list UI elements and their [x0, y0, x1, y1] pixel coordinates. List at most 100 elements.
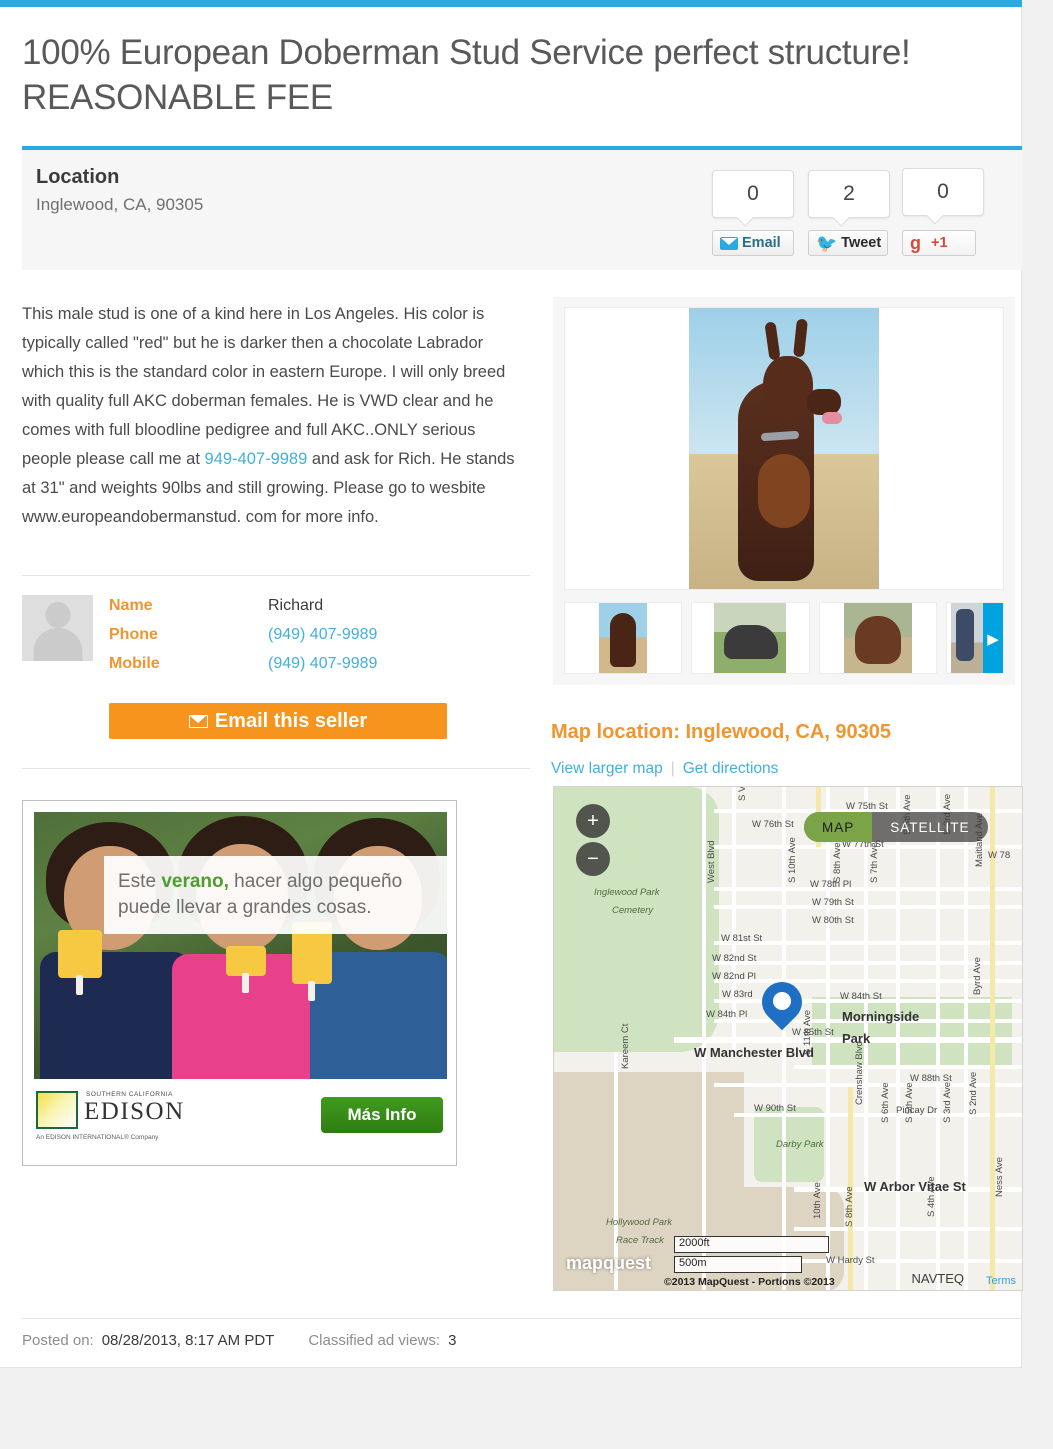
thumbnail-1[interactable] [564, 602, 683, 674]
thumbnail-2[interactable] [691, 602, 810, 674]
envelope-icon [720, 236, 738, 250]
ad-footer: SOUTHERN CALIFORNIA EDISON An EDISON INT… [34, 1089, 447, 1155]
map-street-label: W 82nd St [712, 953, 757, 964]
map-street-label: W 78th Pl [810, 879, 852, 890]
ad-views-value: 3 [448, 1332, 457, 1349]
posted-on-value: 08/28/2013, 8:17 AM PDT [101, 1332, 275, 1349]
posted-on-label: Posted on: [22, 1332, 94, 1349]
map-scale-feet: 2000ft [674, 1236, 829, 1253]
map-heading: Map location: Inglewood, CA, 90305 [551, 721, 892, 743]
email-count-value: 0 [747, 182, 759, 205]
map-street-label: W 75th St [846, 801, 888, 812]
ad-child-left [40, 812, 190, 1079]
navteq-logo: NAVTEQ [911, 1271, 965, 1286]
map-type-toggle[interactable]: MAP SATELLITE [804, 812, 988, 842]
gallery-next-icon[interactable]: ▶ [983, 603, 1003, 673]
seller-divider-bottom [22, 768, 530, 769]
map-widget[interactable]: W 75th St W 76th St W 77th St W 78 W 78th Pl… [553, 786, 1023, 1291]
map-street-label: W Hardy St [826, 1255, 875, 1266]
page-title: 100% European Doberman Stud Service perf… [22, 33, 911, 117]
email-share-count: 0 [712, 170, 794, 227]
seller-phone-value[interactable]: (949) 407-9989 [268, 626, 377, 644]
map-street-label: Cemetery [612, 905, 654, 916]
thumbnail-4[interactable]: ▶ [945, 602, 1004, 674]
map-street-label: S 2nd Ave [968, 1071, 979, 1115]
description-text-part1: This male stud is one of a kind here in … [22, 305, 506, 468]
map-road [896, 787, 900, 1290]
map-street-label: S 8th Ave [844, 1186, 855, 1228]
map-terms-link[interactable]: Terms [986, 1275, 1016, 1287]
main-photo[interactable] [564, 307, 1004, 590]
zoom-out-button[interactable]: − [576, 842, 610, 876]
seller-divider-top [22, 575, 530, 576]
map-street-label: Hollywood Park [606, 1217, 672, 1228]
ad-cta-button[interactable]: Más Info [321, 1097, 443, 1133]
map-street-label: Darby Park [776, 1139, 824, 1150]
ad-child-right [292, 812, 447, 1079]
thumbnail-3[interactable] [818, 602, 937, 674]
map-road [826, 787, 830, 1290]
map-street-label: Kareem Ct [620, 1023, 631, 1069]
map-street-label: 10th Ave [812, 1182, 823, 1219]
avatar-head [45, 602, 70, 628]
ad-brand-footnote: An EDISON INTERNATIONAL® Company [36, 1134, 159, 1141]
map-road [714, 887, 1022, 891]
email-share-button[interactable]: Email [712, 230, 794, 256]
map-attribution: ©2013 MapQuest - Portions ©2013 [664, 1276, 835, 1288]
content-sheet: 100% European Doberman Stud Service perf… [0, 0, 1023, 1368]
map-links: View larger map | Get directions [551, 760, 778, 778]
map-view-tab[interactable]: MAP [804, 812, 873, 842]
advertisement-banner[interactable]: Este verano, hacer algo pequeño puede ll… [22, 800, 457, 1166]
tweet-share-button[interactable]: 🐦 Tweet [808, 230, 888, 256]
map-street-label: W 84th St [840, 991, 882, 1002]
map-road [714, 905, 1022, 909]
ad-views-label: Classified ad views: [308, 1332, 441, 1349]
seller-name-value: Richard [268, 597, 324, 614]
map-zoom-controls[interactable]: + − [576, 804, 610, 880]
map-street-label: S 10th Ave [787, 837, 798, 883]
footer-meta: Posted on: 08/28/2013, 8:17 AM PDT Class… [22, 1332, 456, 1349]
zoom-in-button[interactable]: + [576, 804, 610, 838]
map-street-label: W 81st St [721, 933, 763, 944]
email-share-label: Email [742, 235, 781, 251]
map-street-label: W 90th St [754, 1103, 796, 1114]
map-street-label: Morningside [842, 1009, 920, 1024]
tweet-share-label: Tweet [841, 235, 882, 251]
location-value: Inglewood, CA, 90305 [36, 195, 204, 214]
seller-mobile-label: Mobile [109, 655, 160, 672]
map-street-label: W Manchester Blvd [694, 1045, 814, 1060]
ad-photo: Este verano, hacer algo pequeño puede ll… [34, 812, 447, 1079]
map-street-label: W 76th St [752, 819, 794, 830]
map-street-label: Race Track [616, 1235, 664, 1246]
map-road-highway [990, 787, 995, 1290]
map-street-label: W 82nd Pl [712, 971, 756, 982]
page-root: 100% European Doberman Stud Service perf… [0, 0, 1053, 1449]
map-street-label: W 80th St [812, 915, 854, 926]
map-street-label: W 83rd [722, 989, 753, 1000]
map-street-label: Inglewood Park [594, 887, 660, 898]
ad-caption-line2: puede llevar a grandes cosas. [118, 897, 372, 918]
tweet-count-value: 2 [843, 182, 855, 205]
map-street-label: S 11th Ave [802, 1009, 813, 1055]
gplus-share-button[interactable]: g +1 [902, 230, 976, 256]
photo-gallery: ▶ [553, 297, 1015, 685]
get-directions-link[interactable]: Get directions [683, 760, 779, 778]
view-larger-map-link[interactable]: View larger map [551, 760, 663, 778]
description-phone-link[interactable]: 949-407-9989 [205, 450, 308, 468]
envelope-icon [188, 714, 208, 728]
map-road [782, 787, 786, 1290]
email-this-seller-button[interactable]: Email this seller [109, 703, 447, 739]
map-location-marker[interactable] [753, 973, 811, 1034]
ad-brand-name: EDISON [84, 1098, 185, 1125]
twitter-bird-icon: 🐦 [816, 233, 838, 253]
map-street-label: W 84th Pl [706, 1009, 748, 1020]
seller-mobile-value[interactable]: (949) 407-9989 [268, 655, 377, 673]
mapquest-logo: mapquest [566, 1253, 652, 1273]
doberman-photo [689, 308, 879, 589]
map-street-label: Pincay Dr [896, 1105, 938, 1116]
ad-caption-line1: Este verano, hacer algo pequeño [118, 871, 403, 892]
map-street-label: Crenshaw Blvd [854, 1041, 865, 1105]
satellite-view-tab[interactable]: SATELLITE [872, 812, 987, 842]
listing-description: This male stud is one of a kind here in … [22, 300, 527, 532]
map-pin-dot [773, 992, 791, 1010]
